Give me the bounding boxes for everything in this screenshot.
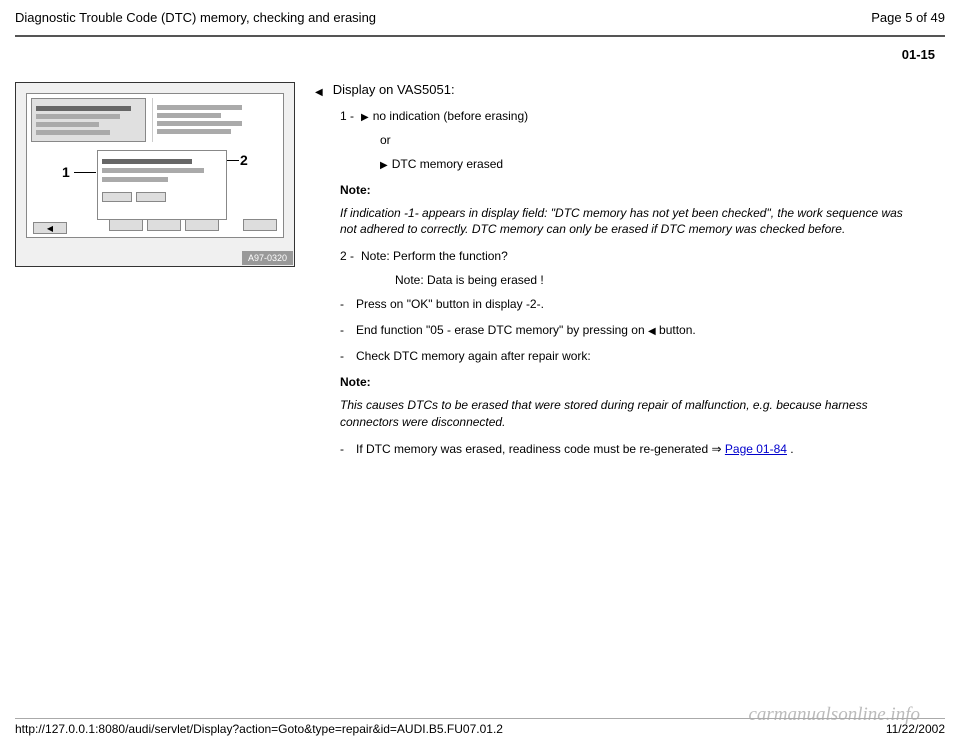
- dash-icon: -: [340, 349, 348, 363]
- page-link-01-84[interactable]: Page 01-84: [725, 442, 787, 456]
- final-step: If DTC memory was erased, readiness code…: [356, 442, 915, 456]
- figure-vas5051: 1 2 ◀ A97-0320: [15, 82, 295, 267]
- footer-date: 11/22/2002: [886, 722, 945, 736]
- figure-callout-1: 1: [62, 164, 70, 180]
- page-info: Page 5 of 49: [871, 10, 945, 25]
- display-heading: Display on VAS5051:: [333, 82, 455, 99]
- section-number: 01-15: [0, 37, 960, 82]
- item1-num: 1 -: [340, 109, 354, 123]
- back-arrow-icon: [648, 323, 656, 337]
- dash-icon: -: [340, 442, 348, 456]
- footer-url: http://127.0.0.1:8080/audi/servlet/Displ…: [15, 722, 503, 736]
- step-1: Press on "OK" button in display -2-.: [356, 297, 915, 311]
- note2-label: Note:: [340, 375, 915, 389]
- item1-or: or: [340, 133, 915, 147]
- figure-callout-2: 2: [240, 152, 248, 168]
- indent-arrow-icon: [315, 82, 323, 99]
- note2-text: This causes DTCs to be erased that were …: [340, 397, 915, 429]
- item1-text: no indication (before erasing): [361, 109, 528, 123]
- step-2: End function "05 - erase DTC memory" by …: [356, 323, 915, 337]
- dash-icon: -: [340, 323, 348, 337]
- item1-alt: DTC memory erased: [340, 157, 915, 171]
- header-title: Diagnostic Trouble Code (DTC) memory, ch…: [15, 10, 376, 25]
- figure-label: A97-0320: [242, 251, 293, 265]
- note1-text: If indication -1- appears in display fie…: [340, 205, 915, 237]
- note1-label: Note:: [340, 183, 915, 197]
- step-3: Check DTC memory again after repair work…: [356, 349, 915, 363]
- item2-sub: Note: Data is being erased !: [340, 273, 915, 287]
- item2-num: 2 -: [340, 249, 354, 263]
- dash-icon: -: [340, 297, 348, 311]
- item2-text: Note: Perform the function?: [361, 249, 508, 263]
